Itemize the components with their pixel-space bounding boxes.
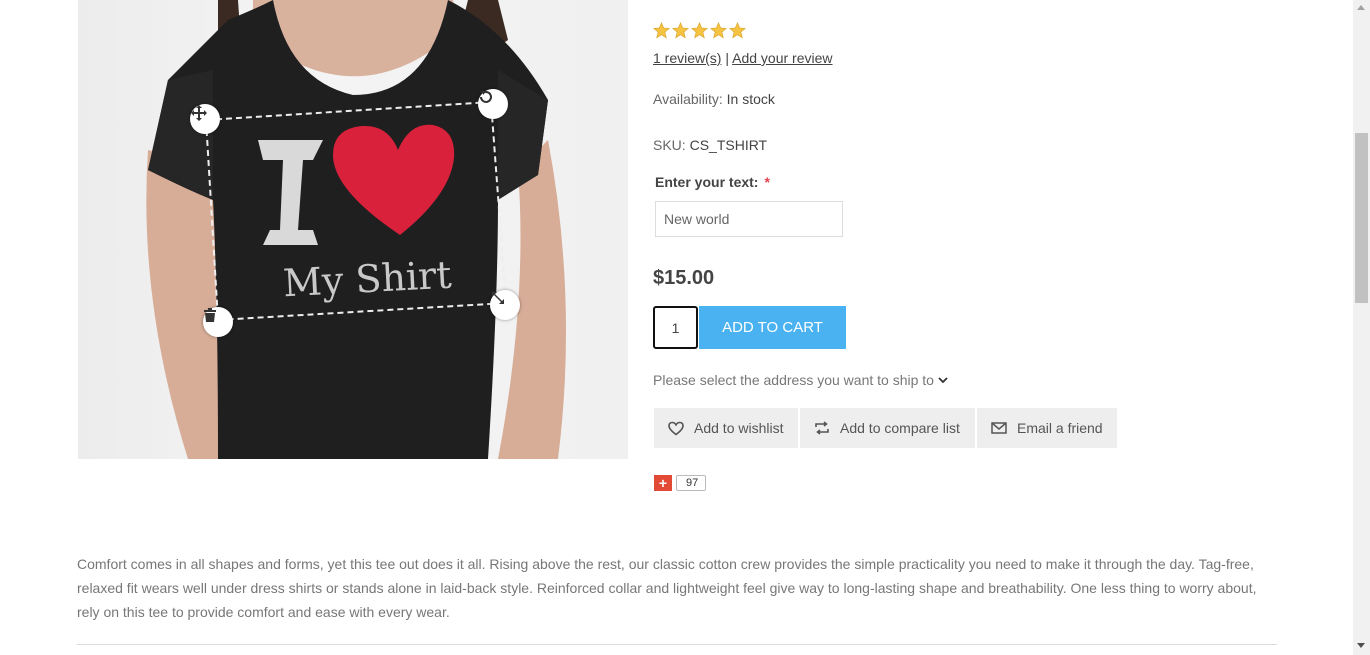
sku-value: CS_TSHIRT <box>689 137 768 153</box>
product-image: My Shirt <box>78 0 628 459</box>
availability: Availability: In stock <box>653 91 775 107</box>
add-to-compare-button[interactable]: Add to compare list <box>800 408 975 448</box>
scrollbar-track[interactable] <box>1353 0 1370 655</box>
sku: SKU: CS_TSHIRT <box>653 137 767 153</box>
availability-label: Availability: <box>653 91 723 107</box>
quantity-input[interactable] <box>653 306 698 349</box>
add-to-cart-button[interactable]: ADD TO CART <box>699 306 846 349</box>
tshirt-illustration: My Shirt <box>146 0 566 459</box>
shirt-text: My Shirt <box>282 253 453 306</box>
ship-to-selector[interactable]: Please select the address you want to sh… <box>653 372 949 388</box>
chevron-down-icon <box>938 377 948 384</box>
product-description: Comfort comes in all shapes and forms, y… <box>77 556 1257 620</box>
share-plus-icon[interactable]: + <box>654 475 672 491</box>
compare-icon <box>815 421 829 435</box>
wishlist-label: Add to wishlist <box>694 420 784 436</box>
star-icon <box>672 22 689 39</box>
text-attribute-label-text: Enter your text: <box>655 174 759 190</box>
reviews-links: 1 review(s) | Add your review <box>653 50 833 66</box>
text-attribute-label: Enter your text: * <box>655 174 770 190</box>
reviews-separator: | <box>725 50 729 66</box>
divider <box>77 644 1277 645</box>
compare-label: Add to compare list <box>840 420 960 436</box>
star-icon <box>653 22 670 39</box>
star-icon <box>710 22 727 39</box>
required-mark: * <box>764 174 770 190</box>
resize-icon[interactable] <box>490 290 520 320</box>
rating-stars <box>653 22 746 39</box>
custom-text-input[interactable] <box>655 201 843 237</box>
rotate-icon[interactable] <box>478 89 508 119</box>
availability-value: In stock <box>726 91 775 107</box>
envelope-icon <box>991 422 1007 434</box>
heart-icon <box>668 421 684 435</box>
ship-to-label: Please select the address you want to sh… <box>653 372 934 388</box>
trash-icon[interactable] <box>203 307 233 337</box>
email-label: Email a friend <box>1017 420 1103 436</box>
scrollbar-thumb[interactable] <box>1355 133 1368 303</box>
add-review-link[interactable]: Add your review <box>732 50 832 66</box>
add-to-wishlist-button[interactable]: Add to wishlist <box>654 408 798 448</box>
share-count: 97 <box>676 475 707 491</box>
star-icon <box>729 22 746 39</box>
scroll-down-icon[interactable] <box>1357 643 1365 648</box>
reviews-link[interactable]: 1 review(s) <box>653 50 721 66</box>
move-icon[interactable] <box>190 104 220 134</box>
star-icon <box>691 22 708 39</box>
email-a-friend-button[interactable]: Email a friend <box>977 408 1117 448</box>
scroll-up-icon[interactable] <box>1357 5 1365 10</box>
sku-label: SKU: <box>653 137 686 153</box>
share-widget[interactable]: + 97 <box>654 475 707 491</box>
product-price: $15.00 <box>653 267 715 289</box>
